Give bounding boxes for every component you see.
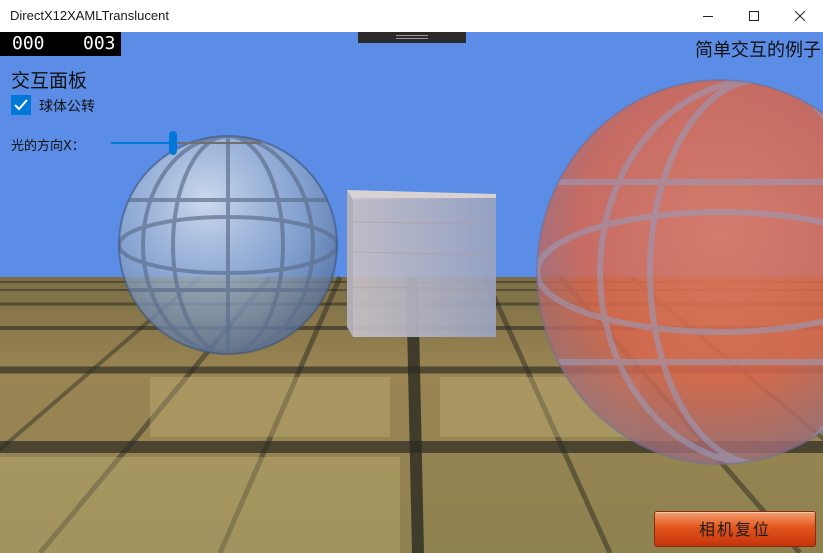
frame-value: 003 [83, 33, 116, 54]
orbit-checkbox-label[interactable]: 球体公转 [39, 96, 95, 116]
camera-reset-button[interactable]: 相机复位 [654, 511, 816, 547]
slider-thumb[interactable] [168, 131, 177, 155]
checkmark-icon [14, 99, 28, 111]
panel-title: 交互面板 [11, 70, 88, 92]
minimize-icon [703, 16, 713, 17]
app-window: DirectX12XAMLTranslucent 000 003 简单交互的例子… [0, 0, 823, 553]
drag-handle[interactable] [358, 32, 466, 43]
fps-value: 000 [12, 33, 45, 54]
3d-viewport[interactable] [0, 32, 823, 553]
scene-render [0, 32, 823, 553]
light-direction-label: 光的方向X： [11, 139, 85, 154]
window-title: DirectX12XAMLTranslucent [10, 8, 169, 23]
minimize-button[interactable] [685, 0, 731, 32]
maximize-button[interactable] [731, 0, 777, 32]
light-direction-slider[interactable] [111, 130, 261, 156]
scene-title: 简单交互的例子 [695, 40, 821, 61]
orbit-checkbox[interactable] [11, 95, 31, 115]
frame-counter: 000 003 [0, 32, 121, 56]
maximize-icon [749, 11, 759, 21]
title-bar[interactable]: DirectX12XAMLTranslucent [0, 0, 823, 33]
close-icon [794, 10, 806, 22]
slider-fill [111, 142, 173, 144]
close-button[interactable] [777, 0, 823, 32]
